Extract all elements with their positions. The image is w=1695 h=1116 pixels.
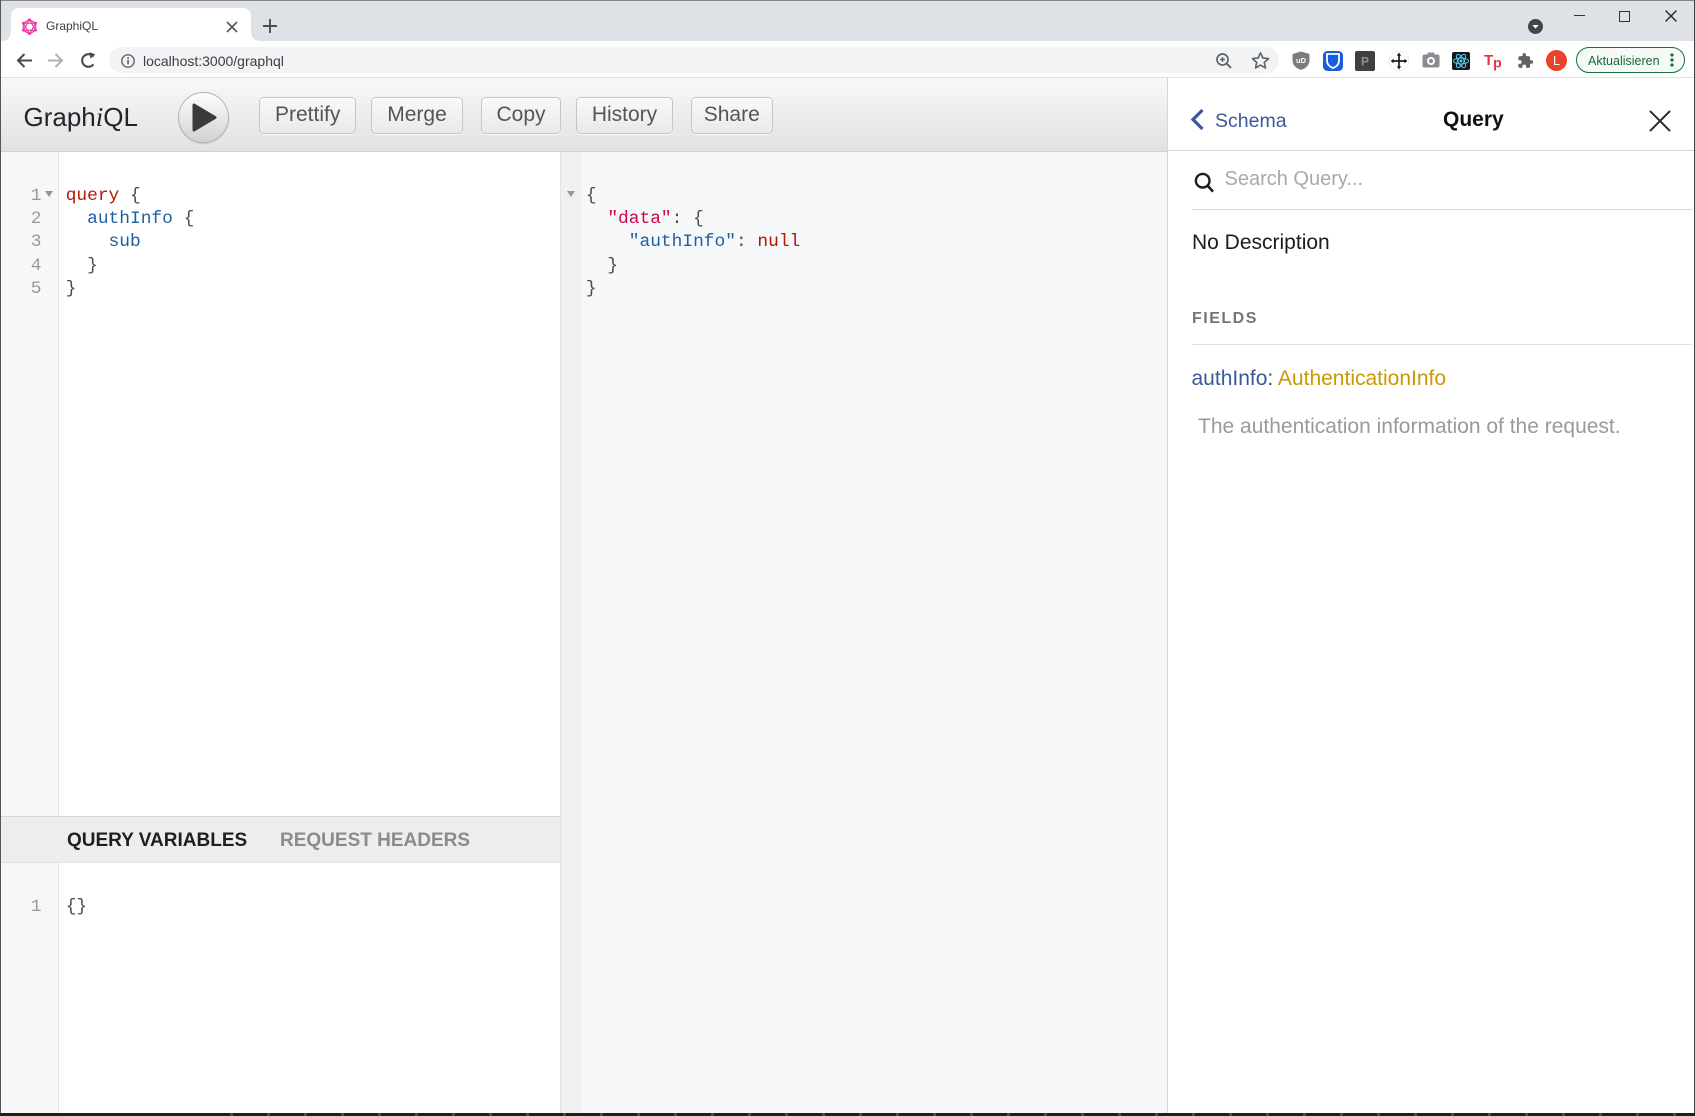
svg-text:L: L: [1553, 54, 1560, 68]
svg-text:P: P: [1361, 54, 1369, 68]
svg-text:uD: uD: [1296, 56, 1307, 65]
